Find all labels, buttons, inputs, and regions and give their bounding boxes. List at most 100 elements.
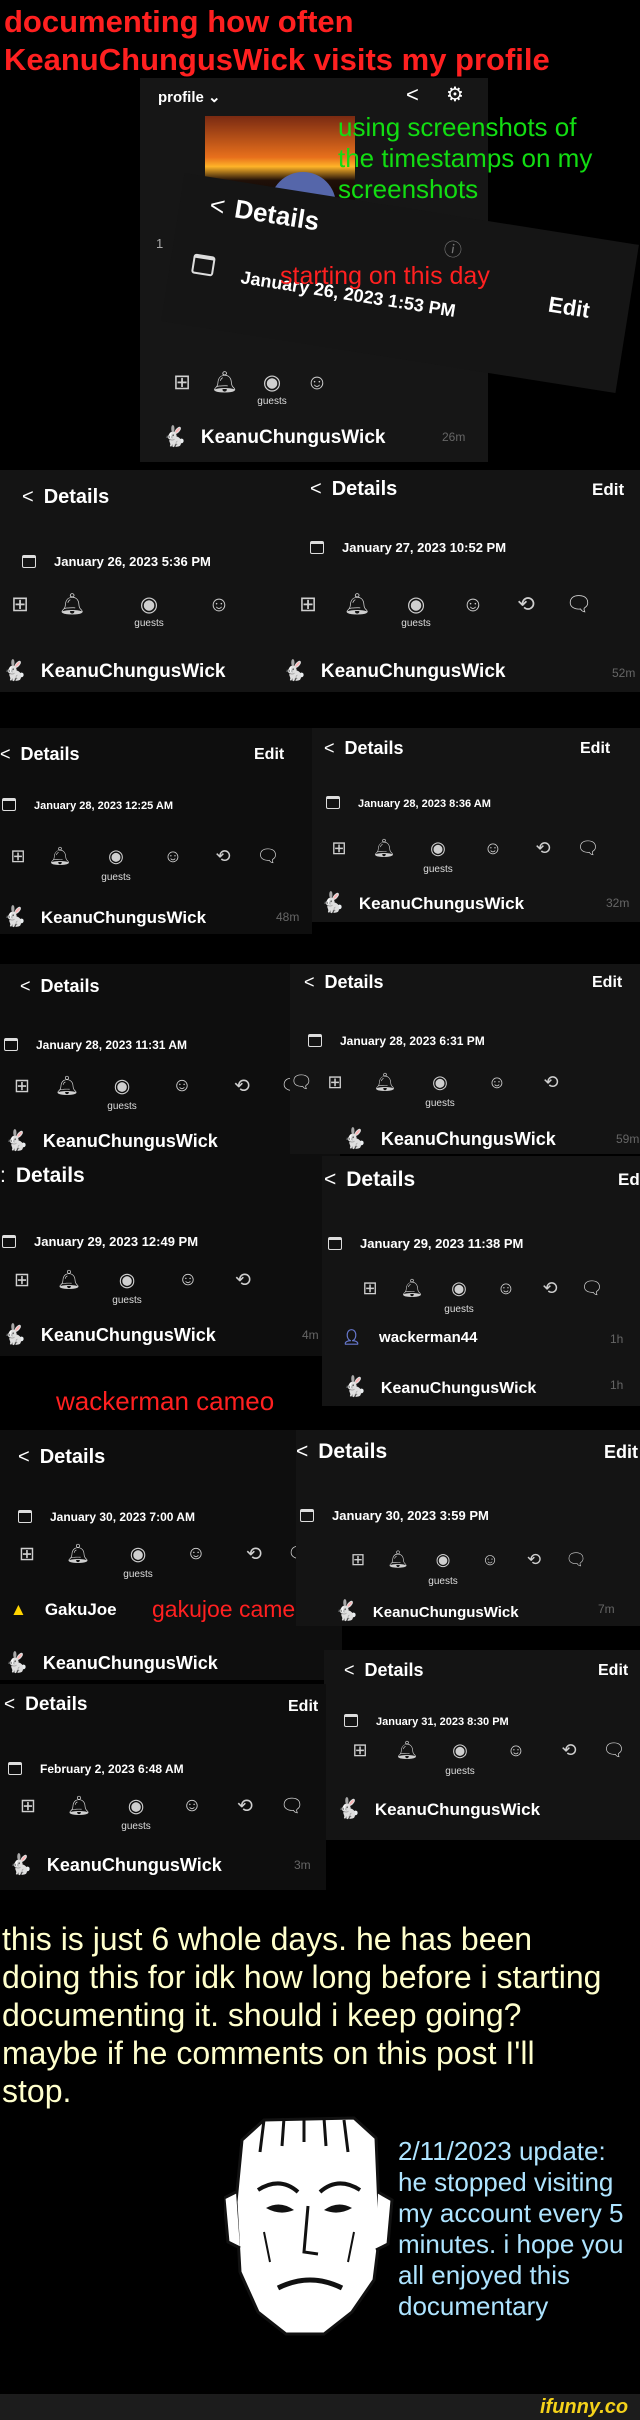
bell-icon[interactable]: 🔔︎	[40, 593, 104, 617]
comment-icon[interactable]: 🗨︎	[572, 1278, 612, 1299]
eye-icon[interactable]: ◉ guests	[247, 370, 297, 407]
grid-icon[interactable]: ⊞	[0, 592, 40, 617]
comment-icon[interactable]: 🗨︎	[248, 846, 288, 867]
edit-button[interactable]: Edit	[604, 1442, 638, 1463]
comment-icon[interactable]: 🗨︎	[554, 593, 604, 617]
history-icon[interactable]: ⟲	[544, 1740, 594, 1761]
history-icon[interactable]: ⟲	[212, 1075, 272, 1098]
bell-icon[interactable]: 🔔︎	[48, 1542, 108, 1566]
history-icon[interactable]: ⟲	[498, 592, 554, 617]
smiley-icon[interactable]: ☺	[297, 371, 337, 395]
comment-icon[interactable]: 🗨︎	[556, 1550, 596, 1570]
comment-icon[interactable]: 🗨︎	[568, 838, 608, 859]
other-visitor-row[interactable]: ▲ GakuJoe	[10, 1600, 117, 1620]
smiley-icon[interactable]: ☺	[158, 1269, 218, 1291]
info-icon[interactable]: ⓘ	[442, 235, 464, 263]
bell-icon[interactable]: 🔔︎	[42, 1268, 96, 1292]
user-row[interactable]: 🐇 KeanuChungusWick	[320, 890, 524, 915]
eye-icon[interactable]: ◉ guests	[108, 1795, 164, 1832]
grid-icon[interactable]: ⊞	[6, 1795, 50, 1818]
details-header[interactable]: < Details	[4, 1694, 87, 1716]
bell-icon[interactable]: 🔔︎	[360, 838, 408, 859]
edit-button[interactable]: Ed	[618, 1170, 640, 1190]
eye-icon[interactable]: ◉ guests	[108, 1543, 168, 1580]
bell-icon[interactable]: 🔔︎	[390, 1278, 434, 1299]
user-row[interactable]: 🐇 KeanuChungusWick	[336, 1796, 540, 1821]
user-row[interactable]: 🐇 KeanuChungusWick	[4, 1650, 218, 1675]
grid-icon[interactable]: ⊞	[286, 592, 330, 617]
smiley-icon[interactable]: ☺	[484, 1278, 528, 1299]
user-row[interactable]: 🐇 KeanuChungusWick	[2, 904, 206, 929]
grid-icon[interactable]: ⊞	[2, 1075, 42, 1098]
details-header[interactable]: < Details	[22, 486, 109, 509]
intro-user-row[interactable]: 🐇 KeanuChungusWick	[162, 424, 385, 449]
grid-icon[interactable]: ⊞	[0, 846, 36, 867]
eye-icon[interactable]: ◉ guests	[418, 1550, 468, 1587]
details-header[interactable]: < Details	[207, 189, 322, 237]
eye-icon[interactable]: ◉ guests	[410, 1072, 470, 1109]
smiley-icon[interactable]: ☺	[470, 1072, 524, 1093]
settings-icon[interactable]: ⚙	[446, 82, 464, 107]
eye-icon[interactable]: ◉ guests	[92, 1075, 152, 1112]
bell-icon[interactable]: 🔔︎	[50, 1794, 108, 1818]
bell-icon[interactable]: 🔔︎	[330, 593, 384, 617]
details-header[interactable]: : Details	[0, 1164, 85, 1188]
grid-icon[interactable]: ⊞	[310, 1072, 360, 1093]
details-header[interactable]: < Details	[324, 738, 404, 759]
history-icon[interactable]: ⟲	[198, 846, 248, 867]
details-header[interactable]: < Details	[344, 1660, 424, 1681]
user-row[interactable]: 🐇 KeanuChungusWick	[4, 1128, 218, 1153]
eye-icon[interactable]: ◉ guests	[96, 1269, 158, 1306]
details-header[interactable]: < Details	[20, 976, 100, 997]
user-row[interactable]: 🐇 KeanuChungusWick	[342, 1126, 556, 1151]
smiley-icon[interactable]: ☺	[164, 1795, 220, 1817]
bell-icon[interactable]: 🔔︎	[378, 1550, 418, 1570]
edit-button[interactable]: Edit	[580, 740, 610, 758]
history-icon[interactable]: ⟲	[220, 1795, 270, 1818]
smiley-icon[interactable]: ☺	[468, 1550, 512, 1570]
bell-icon[interactable]: 🔔︎	[42, 1074, 92, 1098]
grid-icon[interactable]: ⊞	[6, 1543, 48, 1566]
smiley-icon[interactable]: ☺	[448, 593, 498, 617]
edit-button[interactable]: Edit	[598, 1662, 628, 1680]
smiley-icon[interactable]: ☺	[194, 593, 244, 617]
details-header[interactable]: < Details	[304, 972, 384, 993]
history-icon[interactable]: ⟲	[512, 1550, 556, 1570]
bell-icon[interactable]: 🔔︎	[36, 846, 84, 867]
user-row[interactable]: 🐇 KeanuChungusWick	[2, 658, 225, 683]
grid-icon[interactable]: ⊞	[2, 1269, 42, 1292]
profile-label[interactable]: profile ⌄	[158, 88, 221, 106]
details-header[interactable]: < Details	[324, 1168, 415, 1192]
grid-icon[interactable]: ⊞	[162, 370, 202, 395]
history-icon[interactable]: ⟲	[528, 1278, 572, 1299]
grid-icon[interactable]: ⊞	[338, 1550, 378, 1570]
other-visitor-row[interactable]: 👤︎ wackerman44	[342, 1328, 477, 1346]
bell-icon[interactable]: 🔔︎	[382, 1740, 432, 1761]
smiley-icon[interactable]: ☺	[488, 1740, 544, 1761]
history-icon[interactable]: ⟲	[224, 1543, 284, 1566]
user-row[interactable]: 🐇 KeanuChungusWick	[8, 1852, 222, 1877]
eye-icon[interactable]: ◉ guests	[104, 592, 194, 629]
smiley-icon[interactable]: ☺	[152, 1075, 212, 1097]
comment-icon[interactable]: 🗨︎	[270, 1794, 314, 1818]
user-row[interactable]: 🐇 KeanuChungusWick	[334, 1598, 519, 1623]
comment-icon[interactable]: 🗨︎	[290, 1072, 313, 1093]
grid-icon[interactable]: ⊞	[318, 838, 360, 859]
eye-icon[interactable]: ◉ guests	[432, 1740, 488, 1777]
history-icon[interactable]: ⟲	[524, 1072, 578, 1093]
details-header[interactable]: < Details	[310, 478, 397, 501]
user-row[interactable]: 🐇 KeanuChungusWick	[342, 1374, 536, 1399]
edit-button[interactable]: Edit	[288, 1698, 318, 1716]
eye-icon[interactable]: ◉ guests	[84, 846, 148, 883]
details-header[interactable]: < Details	[18, 1446, 105, 1469]
share-icon[interactable]: <	[406, 82, 419, 108]
details-header[interactable]: < Details	[296, 1440, 387, 1464]
user-row[interactable]: 🐇 KeanuChungusWick	[2, 1322, 216, 1347]
eye-icon[interactable]: ◉ guests	[434, 1278, 484, 1315]
edit-button[interactable]: Edit	[546, 292, 592, 324]
history-icon[interactable]: ⟲	[518, 838, 568, 859]
eye-icon[interactable]: ◉ guests	[384, 592, 448, 629]
bell-icon[interactable]: 🔔︎	[202, 371, 247, 395]
grid-icon[interactable]: ⊞	[350, 1278, 390, 1299]
edit-button[interactable]: Edit	[592, 974, 622, 992]
